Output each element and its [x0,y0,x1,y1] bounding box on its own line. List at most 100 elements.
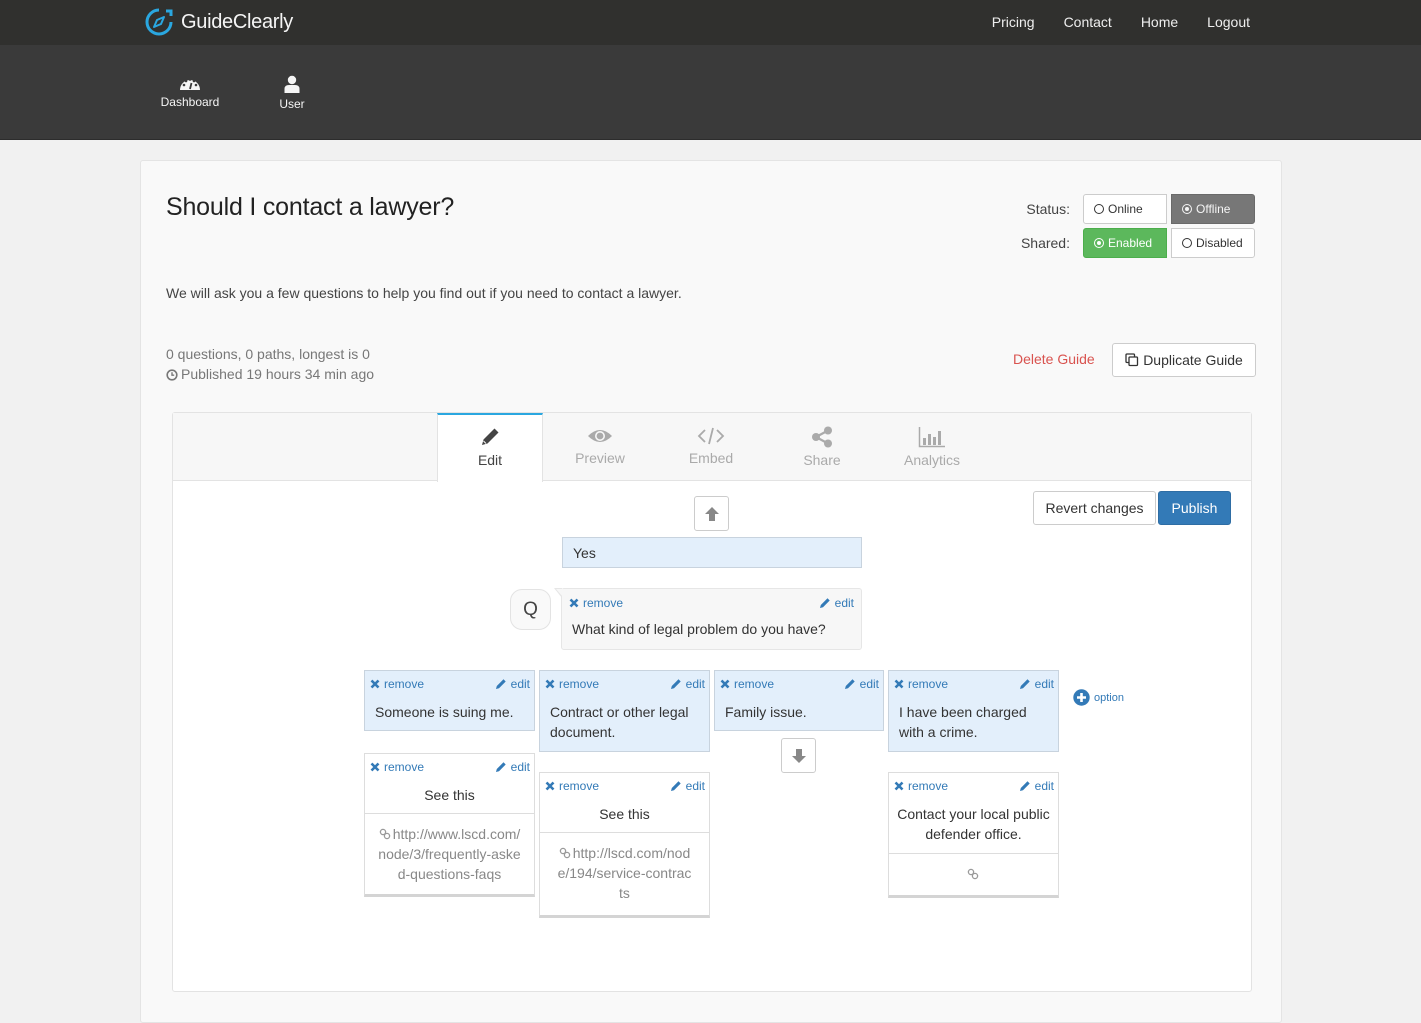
duplicate-guide-button[interactable]: Duplicate Guide [1112,343,1256,377]
nav-link-home[interactable]: Home [1141,14,1178,30]
edit-result-button[interactable]: edit [670,778,705,794]
top-navbar: GuideClearly Pricing Contact Home Logout [0,0,1421,45]
result-title: See this [424,787,475,803]
go-down-button[interactable] [781,738,816,773]
tab-label: Edit [477,452,503,468]
result-link[interactable]: http://www.lscd.com/node/3/frequently-as… [365,813,534,884]
option-card[interactable]: remove edit Family issue. [714,670,884,731]
edit-result-button[interactable]: edit [1019,778,1054,794]
duplicate-guide-label: Duplicate Guide [1143,352,1243,368]
pencil-icon [495,679,506,689]
eye-icon [588,430,612,442]
add-option-button[interactable]: option [1073,689,1124,706]
tab-label: Preview [575,450,625,466]
guide-stats: 0 questions, 0 paths, longest is 0 Publi… [166,344,374,384]
edit-option-button[interactable]: edit [844,676,879,692]
revert-changes-button[interactable]: Revert changes [1033,491,1156,525]
nav-link-logout[interactable]: Logout [1207,14,1250,30]
option-text: Family issue. [725,704,807,720]
publish-button[interactable]: Publish [1158,491,1231,525]
toolbar-item-label: Dashboard [160,95,220,109]
result-card[interactable]: remove edit See this http://lscd.com/nod… [539,772,710,918]
nav-link-pricing[interactable]: Pricing [992,14,1035,30]
status-offline-button[interactable]: Offline [1171,194,1255,224]
option-text: I have been charged with a crime. [899,704,1027,740]
compass-icon [145,8,173,36]
option-card[interactable]: remove edit Someone is suing me. [364,670,535,731]
parent-answer[interactable]: Yes [562,537,862,568]
nav-links: Pricing Contact Home Logout [963,14,1250,30]
radio-off-icon [1094,204,1104,214]
result-link[interactable]: http://lscd.com/node/194/service-contrac… [540,832,709,903]
tab-label: Embed [688,450,734,466]
tab-label: Analytics [903,452,961,468]
share-icon [812,426,832,448]
option-text: Contract or other legal document. [550,704,689,740]
go-up-button[interactable] [694,496,729,531]
pencil-icon [482,428,499,445]
remove-label: remove [734,677,775,691]
edit-question-button[interactable]: edit [819,595,854,611]
tab-share[interactable]: Share [769,413,875,481]
pencil-icon [1019,679,1030,689]
edit-label: edit [510,760,530,774]
tab-edit[interactable]: Edit [437,413,543,482]
toolbar-item-dashboard[interactable]: Dashboard [160,75,220,109]
status-offline-label: Offline [1196,202,1231,216]
toolbar-item-user[interactable]: User [272,75,312,111]
option-actions: remove edit [894,676,1054,692]
remove-label: remove [908,779,949,793]
edit-option-button[interactable]: edit [670,676,705,692]
brand-logo[interactable]: GuideClearly [144,7,293,37]
question-badge: Q [510,589,551,630]
shared-enabled-label: Enabled [1108,236,1153,250]
pencil-icon [819,598,830,608]
option-card[interactable]: remove edit I have been charged with a c… [888,670,1059,752]
pencil-icon [670,679,681,689]
status-online-button[interactable]: Online [1083,194,1167,224]
option-card[interactable]: remove edit Contract or other legal docu… [539,670,710,752]
delete-guide-link[interactable]: Delete Guide [1013,351,1095,367]
remove-result-button[interactable]: remove [894,778,948,794]
remove-icon [545,781,555,791]
tab-analytics[interactable]: Analytics [879,413,985,481]
result-title: Contact your local public defender offic… [897,806,1050,842]
plus-circle-icon [1073,689,1090,706]
result-card[interactable]: remove edit Contact your local public de… [888,772,1059,898]
guide-card: Should I contact a lawyer? Status: Onlin… [140,160,1282,1023]
radio-on-icon [1094,238,1104,248]
question-box: remove edit What kind of legal problem d… [554,588,862,650]
remove-option-button[interactable]: remove [545,676,599,692]
link-icon [379,828,390,840]
shared-enabled-button[interactable]: Enabled [1083,228,1167,258]
remove-option-button[interactable]: remove [370,676,424,692]
result-link[interactable] [889,853,1058,893]
result-actions: remove edit [894,778,1054,794]
edit-label: edit [834,596,854,610]
edit-option-button[interactable]: edit [1019,676,1054,692]
edit-result-button[interactable]: edit [495,759,530,775]
question-text: What kind of legal problem do you have? [572,621,826,637]
edit-label: edit [1034,677,1054,691]
tab-embed[interactable]: Embed [658,413,764,481]
remove-question-button[interactable]: remove [569,595,623,611]
question-actions: remove edit [569,595,854,611]
remove-option-button[interactable]: remove [894,676,948,692]
remove-label: remove [559,677,600,691]
remove-icon [370,679,380,689]
remove-option-button[interactable]: remove [720,676,774,692]
result-card[interactable]: remove edit See this http://www.lscd.com… [364,753,535,897]
result-actions: remove edit [545,778,705,794]
shared-disabled-button[interactable]: Disabled [1171,228,1255,258]
status-toggle: Status: Online Offline [1020,194,1255,224]
tab-preview[interactable]: Preview [547,413,653,481]
radio-off-icon [1182,238,1192,248]
remove-result-button[interactable]: remove [545,778,599,794]
result-actions: remove edit [370,759,530,775]
edit-option-button[interactable]: edit [495,676,530,692]
editor-tabs: Edit Preview Embed Share Analytics [173,413,1251,482]
result-link-text: http://lscd.com/node/194/service-contrac… [557,845,692,901]
nav-link-contact[interactable]: Contact [1064,14,1112,30]
remove-label: remove [908,677,949,691]
remove-result-button[interactable]: remove [370,759,424,775]
